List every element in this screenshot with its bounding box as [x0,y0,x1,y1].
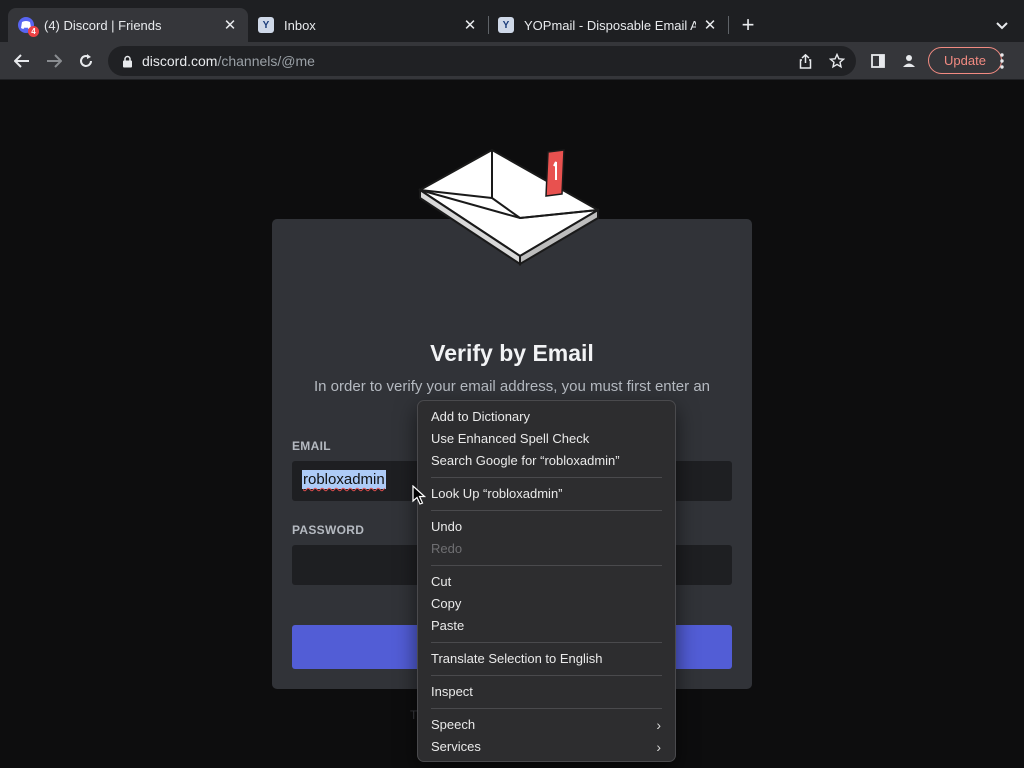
new-tab-button[interactable]: + [736,14,760,38]
share-icon[interactable] [792,48,818,74]
menu-separator [431,565,662,566]
menu-item-translate[interactable]: Translate Selection to English [418,648,675,670]
chevron-down-icon[interactable] [990,14,1014,38]
kebab-menu-icon[interactable] [988,47,1016,75]
chevron-right-icon: › [656,739,661,755]
menu-item-copy[interactable]: Copy [418,593,675,615]
reload-icon[interactable] [72,47,100,75]
forward-arrow-icon[interactable] [40,47,68,75]
back-arrow-icon[interactable] [8,47,36,75]
menu-separator [431,642,662,643]
page-title: Verify by Email [430,340,594,366]
context-menu: Add to Dictionary Use Enhanced Spell Che… [417,400,676,762]
page-subtitle: In order to verify your email address, y… [314,378,710,395]
lock-icon[interactable] [120,54,134,68]
address-bar[interactable]: discord.com/channels/@me [108,46,856,76]
tab-close-icon[interactable]: ✕ [462,17,478,34]
browser-toolbar: discord.com/channels/@me Update [0,42,1024,80]
yopmail-favicon-icon: Y [498,17,514,33]
menu-item-redo: Redo [431,541,463,556]
tab-title: YOPmail - Disposable Email Ad [524,17,696,33]
tab-close-icon[interactable]: ✕ [222,17,238,34]
url-host: discord.com [142,53,218,69]
email-value[interactable]: robloxadmin [302,470,386,489]
menu-separator [431,708,662,709]
yopmail-favicon-icon: Y [258,17,274,33]
menu-item-paste[interactable]: Paste [418,615,675,637]
mouse-cursor-icon [412,485,426,505]
menu-item-services-label: Services [431,739,481,754]
menu-item-add-to-dictionary[interactable]: Add to Dictionary [418,406,675,428]
tab-separator [728,16,729,34]
menu-separator [431,510,662,511]
menu-item-look-up[interactable]: Look Up “robloxadmin” [418,483,675,505]
tab-yopmail[interactable]: Y YOPmail - Disposable Email Ad ✕ [488,8,728,42]
menu-item-undo[interactable]: Undo [418,516,675,538]
tab-inbox[interactable]: Y Inbox ✕ [248,8,488,42]
profile-avatar-icon[interactable] [895,47,923,75]
menu-separator [431,675,662,676]
discord-favicon-icon: 4 [18,17,39,37]
tab-close-icon[interactable]: ✕ [702,17,718,34]
tab-title: (4) Discord | Friends [44,17,162,33]
bookmark-star-icon[interactable] [824,48,850,74]
envelope-illustration-icon [418,148,600,266]
notification-badge: 4 [28,26,39,37]
url-text: discord.com/channels/@me [142,53,315,69]
menu-item-services[interactable]: Services › [418,736,675,758]
side-panel-icon[interactable] [864,47,892,75]
menu-item-inspect[interactable]: Inspect [418,681,675,703]
email-label: EMAIL [292,439,331,453]
chevron-right-icon: › [656,717,661,733]
menu-item-search-google[interactable]: Search Google for “robloxadmin” [418,450,675,472]
url-path: /channels/@me [217,53,315,69]
tab-discord[interactable]: 4 (4) Discord | Friends ✕ [8,8,248,42]
password-label: PASSWORD [292,523,365,537]
menu-item-speech[interactable]: Speech › [418,714,675,736]
menu-separator [431,477,662,478]
tab-title: Inbox [284,17,316,33]
menu-item-cut[interactable]: Cut [418,571,675,593]
menu-item-enhanced-spell-check[interactable]: Use Enhanced Spell Check [418,428,675,450]
tab-strip: 4 (4) Discord | Friends ✕ Y Inbox ✕ Y YO… [0,0,1024,44]
update-label: Update [944,53,986,68]
menu-item-speech-label: Speech [431,717,476,732]
